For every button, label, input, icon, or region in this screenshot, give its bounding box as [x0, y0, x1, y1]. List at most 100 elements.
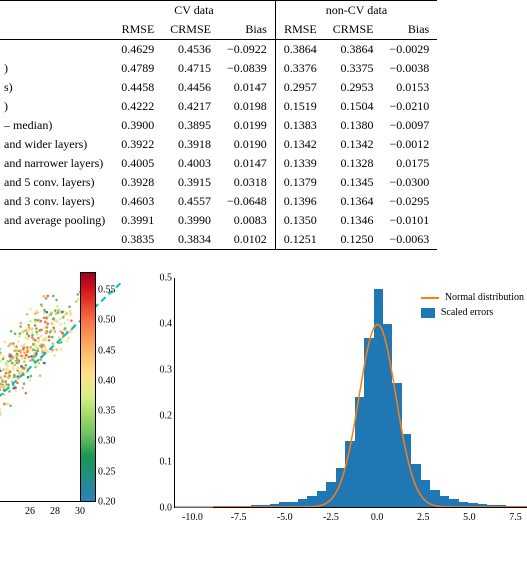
- table-cell: 0.3915: [162, 173, 219, 192]
- table-cell: 0.3918: [162, 135, 219, 154]
- col-crmse-nc: CRMSE: [325, 20, 382, 40]
- legend-label-bars: Scaled errors: [441, 307, 493, 318]
- table-cell: 0.0153: [381, 78, 437, 97]
- table-cell: 0.3835: [113, 230, 162, 250]
- table-cell: 0.2957: [275, 78, 325, 97]
- results-table: CV data non-CV data RMSE CRMSE Bias RMSE…: [0, 0, 437, 250]
- table-cell: 0.0147: [219, 78, 275, 97]
- table-row: )0.42220.42170.01980.15190.1504−0.0210: [0, 97, 437, 116]
- table-cell: and average pooling): [0, 211, 113, 230]
- table-row: and average pooling)0.39910.39900.00830.…: [0, 211, 437, 230]
- table-cell: 0.4536: [162, 40, 219, 60]
- table-cell: 0.3834: [162, 230, 219, 250]
- table-cell: 0.4222: [113, 97, 162, 116]
- table-cell: and narrower layers): [0, 154, 113, 173]
- table-cell: [0, 230, 113, 250]
- scatter-axes: [0, 272, 80, 502]
- results-table-wrap: CV data non-CV data RMSE CRMSE Bias RMSE…: [0, 0, 527, 250]
- table-cell: 0.0102: [219, 230, 275, 250]
- table-cell: 0.2953: [325, 78, 382, 97]
- table-cell: 0.1339: [275, 154, 325, 173]
- table-cell: 0.3375: [325, 59, 382, 78]
- table-cell: 0.0318: [219, 173, 275, 192]
- colorbar-gradient: [80, 272, 96, 502]
- table-cell: −0.0648: [219, 192, 275, 211]
- legend-row-normal: Normal distribution: [421, 292, 524, 303]
- table-cell: and wider layers): [0, 135, 113, 154]
- table-cell: −0.0210: [381, 97, 437, 116]
- table-cell: 0.0147: [219, 154, 275, 173]
- table-cell: 0.3991: [113, 211, 162, 230]
- col-crmse-cv: CRMSE: [162, 20, 219, 40]
- table-cell: 0.3928: [113, 173, 162, 192]
- table-cell: 0.0175: [381, 154, 437, 173]
- table-cell: 0.0199: [219, 116, 275, 135]
- table-cell: −0.0101: [381, 211, 437, 230]
- table-cell: −0.0839: [219, 59, 275, 78]
- scatter-x-ticks: 26 28 30: [0, 506, 80, 520]
- scatter-chart-cropped: 26 28 30 0.200.250.300.350.400.450.500.5…: [0, 272, 130, 552]
- table-cell: 0.4557: [162, 192, 219, 211]
- table-cell: and 3 conv. layers): [0, 192, 113, 211]
- table-cell: 0.1328: [325, 154, 382, 173]
- table-cell: ): [0, 97, 113, 116]
- colorbar-ticks: 0.200.250.300.350.400.450.500.55: [98, 272, 126, 502]
- table-row: and wider layers)0.39220.39180.01900.134…: [0, 135, 437, 154]
- table-cell: −0.0029: [381, 40, 437, 60]
- table-cell: 0.1342: [275, 135, 325, 154]
- legend-row-bars: Scaled errors: [421, 307, 524, 318]
- table-cell: 0.0198: [219, 97, 275, 116]
- table-cell: 0.4715: [162, 59, 219, 78]
- col-bias-nc: Bias: [381, 20, 437, 40]
- table-cell: 0.4789: [113, 59, 162, 78]
- table-row: – median)0.39000.38950.01990.13830.1380−…: [0, 116, 437, 135]
- histogram-chart: 0.00.10.20.30.40.5 Normal distribution S…: [132, 272, 527, 552]
- table-cell: and 5 conv. layers): [0, 173, 113, 192]
- table-cell: 0.1383: [275, 116, 325, 135]
- table-cell: [0, 40, 113, 60]
- table-cell: 0.4217: [162, 97, 219, 116]
- table-cell: 0.1250: [325, 230, 382, 250]
- table-cell: −0.0922: [219, 40, 275, 60]
- table-cell: 0.1504: [325, 97, 382, 116]
- table-cell: 0.1346: [325, 211, 382, 230]
- table-cell: 0.3895: [162, 116, 219, 135]
- table-row: and 3 conv. layers)0.46030.4557−0.06480.…: [0, 192, 437, 211]
- histogram-y-ticks: 0.00.10.20.30.40.5: [146, 278, 172, 508]
- table-cell: −0.0012: [381, 135, 437, 154]
- table-cell: 0.1364: [325, 192, 382, 211]
- table-cell: 0.1251: [275, 230, 325, 250]
- table-cell: 0.0083: [219, 211, 275, 230]
- table-cell: 0.3376: [275, 59, 325, 78]
- col-rmse-cv: RMSE: [113, 20, 162, 40]
- table-cell: 0.3900: [113, 116, 162, 135]
- group-header-noncv: non-CV data: [275, 1, 437, 21]
- table-cell: 0.1380: [325, 116, 382, 135]
- scatter-points: [0, 272, 81, 502]
- legend-box: Normal distribution Scaled errors: [413, 286, 527, 328]
- table-cell: 0.4458: [113, 78, 162, 97]
- colorbar-area: 0.200.250.300.350.400.450.500.55: [80, 272, 130, 532]
- table-cell: 0.4456: [162, 78, 219, 97]
- table-cell: 0.1519: [275, 97, 325, 116]
- col-header-row: RMSE CRMSE Bias RMSE CRMSE Bias: [0, 20, 437, 40]
- table-cell: 0.4003: [162, 154, 219, 173]
- table-row: )0.47890.4715−0.08390.33760.3375−0.0038: [0, 59, 437, 78]
- table-row: and narrower layers)0.40050.40030.01470.…: [0, 154, 437, 173]
- table-cell: ): [0, 59, 113, 78]
- table-cell: 0.4603: [113, 192, 162, 211]
- col-rmse-nc: RMSE: [275, 20, 325, 40]
- table-cell: −0.0295: [381, 192, 437, 211]
- table-cell: s): [0, 78, 113, 97]
- histogram-x-ticks: -10.0-7.5-5.0-2.50.02.55.07.5: [174, 512, 527, 526]
- table-cell: 0.3922: [113, 135, 162, 154]
- table-cell: 0.1396: [275, 192, 325, 211]
- legend-label-normal: Normal distribution: [445, 292, 524, 303]
- charts-row: 26 28 30 0.200.250.300.350.400.450.500.5…: [0, 272, 527, 572]
- table-cell: 0.4629: [113, 40, 162, 60]
- table-row: 0.46290.4536−0.09220.38640.3864−0.0029: [0, 40, 437, 60]
- table-cell: 0.3864: [325, 40, 382, 60]
- table-row: and 5 conv. layers)0.39280.39150.03180.1…: [0, 173, 437, 192]
- table-cell: 0.1350: [275, 211, 325, 230]
- table-cell: 0.0190: [219, 135, 275, 154]
